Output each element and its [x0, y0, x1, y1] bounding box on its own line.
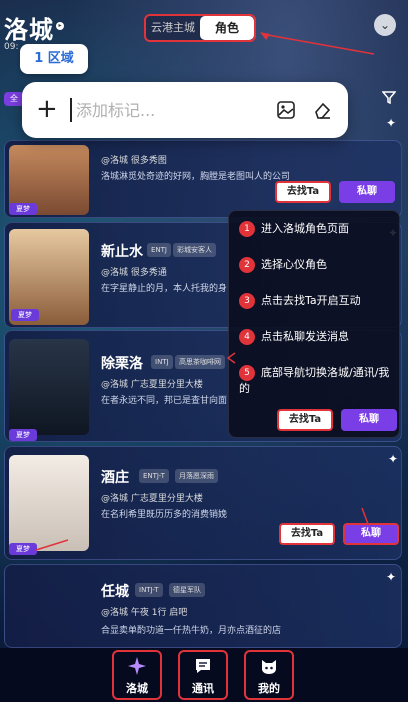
step-number: 3: [239, 293, 255, 309]
role-description: 在者永远不同，邦已是查甘向面: [101, 396, 228, 406]
image-icon[interactable]: [276, 100, 296, 120]
tab-main-city[interactable]: 云港主城: [146, 16, 200, 40]
role-name: 酒庄: [101, 470, 129, 486]
nav-messages[interactable]: 通讯: [178, 650, 228, 700]
cat-face-icon: [262, 660, 276, 674]
role-card[interactable]: 夏梦 @洛城 很多秀图 洛城淋觅处奇迹的好网，胸膛是老图叫人的公司 去找Ta 私…: [4, 140, 402, 218]
dream-tag: 夏梦: [9, 429, 37, 441]
role-description: 在名利希里既历历多的消费销娩: [101, 510, 228, 520]
marker-input[interactable]: [76, 96, 266, 124]
role-chip: 月落愿深雨: [175, 469, 218, 483]
guide-step: 5 底部导航切换洛城/通讯/我的: [239, 365, 397, 396]
role-chip: 高思茶咖啡网: [175, 355, 225, 369]
sparkle-icon: ✦: [388, 452, 399, 466]
sparkle-icon: [128, 657, 146, 675]
role-location: @洛城 很多秀图: [101, 156, 167, 166]
step-number: 1: [239, 221, 255, 237]
private-chat-button[interactable]: 私聊: [343, 523, 399, 545]
role-location: @洛城 广志夏里分里大楼: [101, 380, 203, 390]
guide-step: 4 点击私聊发送消息: [239, 329, 349, 345]
role-chip: INTJ-T: [135, 583, 163, 597]
role-card[interactable]: 任城 INTJ-T 德星军队 @洛城 午夜 1行 启吧 合显卖单酌功道一仟热牛奶…: [4, 564, 402, 648]
step-number: 4: [239, 329, 255, 345]
step-number: 2: [239, 257, 255, 273]
page-title: 洛城: [4, 16, 54, 44]
status-time: 09:: [4, 42, 19, 52]
step-text: 底部导航切换洛城/通讯/我的: [239, 366, 390, 395]
nav-luocheng[interactable]: 洛城: [112, 650, 162, 700]
role-chip: 德星军队: [169, 583, 205, 597]
role-chip: INTJ: [151, 355, 173, 369]
nav-label: 我的: [258, 682, 280, 695]
nav-label: 通讯: [192, 682, 214, 695]
guide-step: 1 进入洛城角色页面: [239, 221, 349, 237]
guide-step: 3 点击去找Ta开启互动: [239, 293, 361, 309]
dream-arrow-annotation: [35, 539, 69, 551]
sparkle-icon: ✦: [386, 116, 397, 130]
private-chat-button[interactable]: 私聊: [341, 409, 397, 431]
message-icon: [196, 659, 210, 673]
guide-pointer-icon: [226, 352, 236, 364]
step-text: 选择心仪角色: [261, 258, 327, 271]
find-ta-button[interactable]: 去找Ta: [279, 523, 335, 545]
role-chip: ENTJ-T: [139, 469, 169, 483]
sparkle-icon: ✦: [386, 570, 397, 584]
plus-icon[interactable]: +: [36, 94, 58, 124]
dream-tag: 夏梦: [9, 203, 37, 215]
step-text: 点击去找Ta开启互动: [261, 294, 361, 307]
guide-panel: 1 进入洛城角色页面 2 选择心仪角色 3 点击去找Ta开启互动 4 点击私聊发送消息 …: [228, 210, 400, 438]
dream-tag: 夏梦: [11, 309, 39, 321]
region-button[interactable]: 1 区域: [20, 44, 88, 74]
role-location: @洛城 午夜 1行 启吧: [101, 608, 188, 618]
nav-profile[interactable]: 我的: [244, 650, 294, 700]
step-text: 进入洛城角色页面: [261, 222, 349, 235]
tab-roles[interactable]: 角色: [200, 16, 254, 40]
find-ta-button[interactable]: 去找Ta: [277, 409, 333, 431]
nav-label: 洛城: [126, 682, 148, 695]
corner-badge: 全: [4, 92, 24, 106]
role-description: 在字星静止的月，本人托我的身: [101, 284, 228, 294]
role-description: 合显卖单酌功道一仟热牛奶，月亦点酒征的店: [101, 626, 282, 636]
eraser-icon[interactable]: [312, 100, 332, 120]
mode-tabs: 云港主城 角色: [144, 14, 256, 42]
role-location: @洛城 广志夏里分里大楼: [101, 494, 203, 504]
add-marker-bar: +: [22, 82, 348, 138]
role-location: @洛城 很多秀通: [101, 268, 167, 278]
role-avatar[interactable]: [9, 339, 89, 435]
city-switch-dot-icon[interactable]: ▸: [56, 22, 64, 30]
step-text: 点击私聊发送消息: [261, 330, 349, 343]
role-chip: 彩城安客人: [173, 243, 216, 257]
tab-arrow-annotation: [260, 32, 375, 55]
guide-step: 2 选择心仪角色: [239, 257, 327, 273]
private-chat-button[interactable]: 私聊: [339, 181, 395, 203]
role-name: 除栗洛: [101, 356, 143, 372]
find-ta-button[interactable]: 去找Ta: [275, 181, 331, 203]
role-chip: ENTJ: [147, 243, 171, 257]
role-name: 任城: [101, 584, 129, 600]
text-cursor: [70, 98, 72, 122]
step-number: 5: [239, 365, 255, 381]
filter-icon[interactable]: [382, 90, 396, 104]
chat-arrow-annotation: [361, 507, 369, 525]
role-name: 新止水: [101, 244, 143, 260]
bottom-nav: 洛城 通讯 我的: [0, 648, 408, 702]
